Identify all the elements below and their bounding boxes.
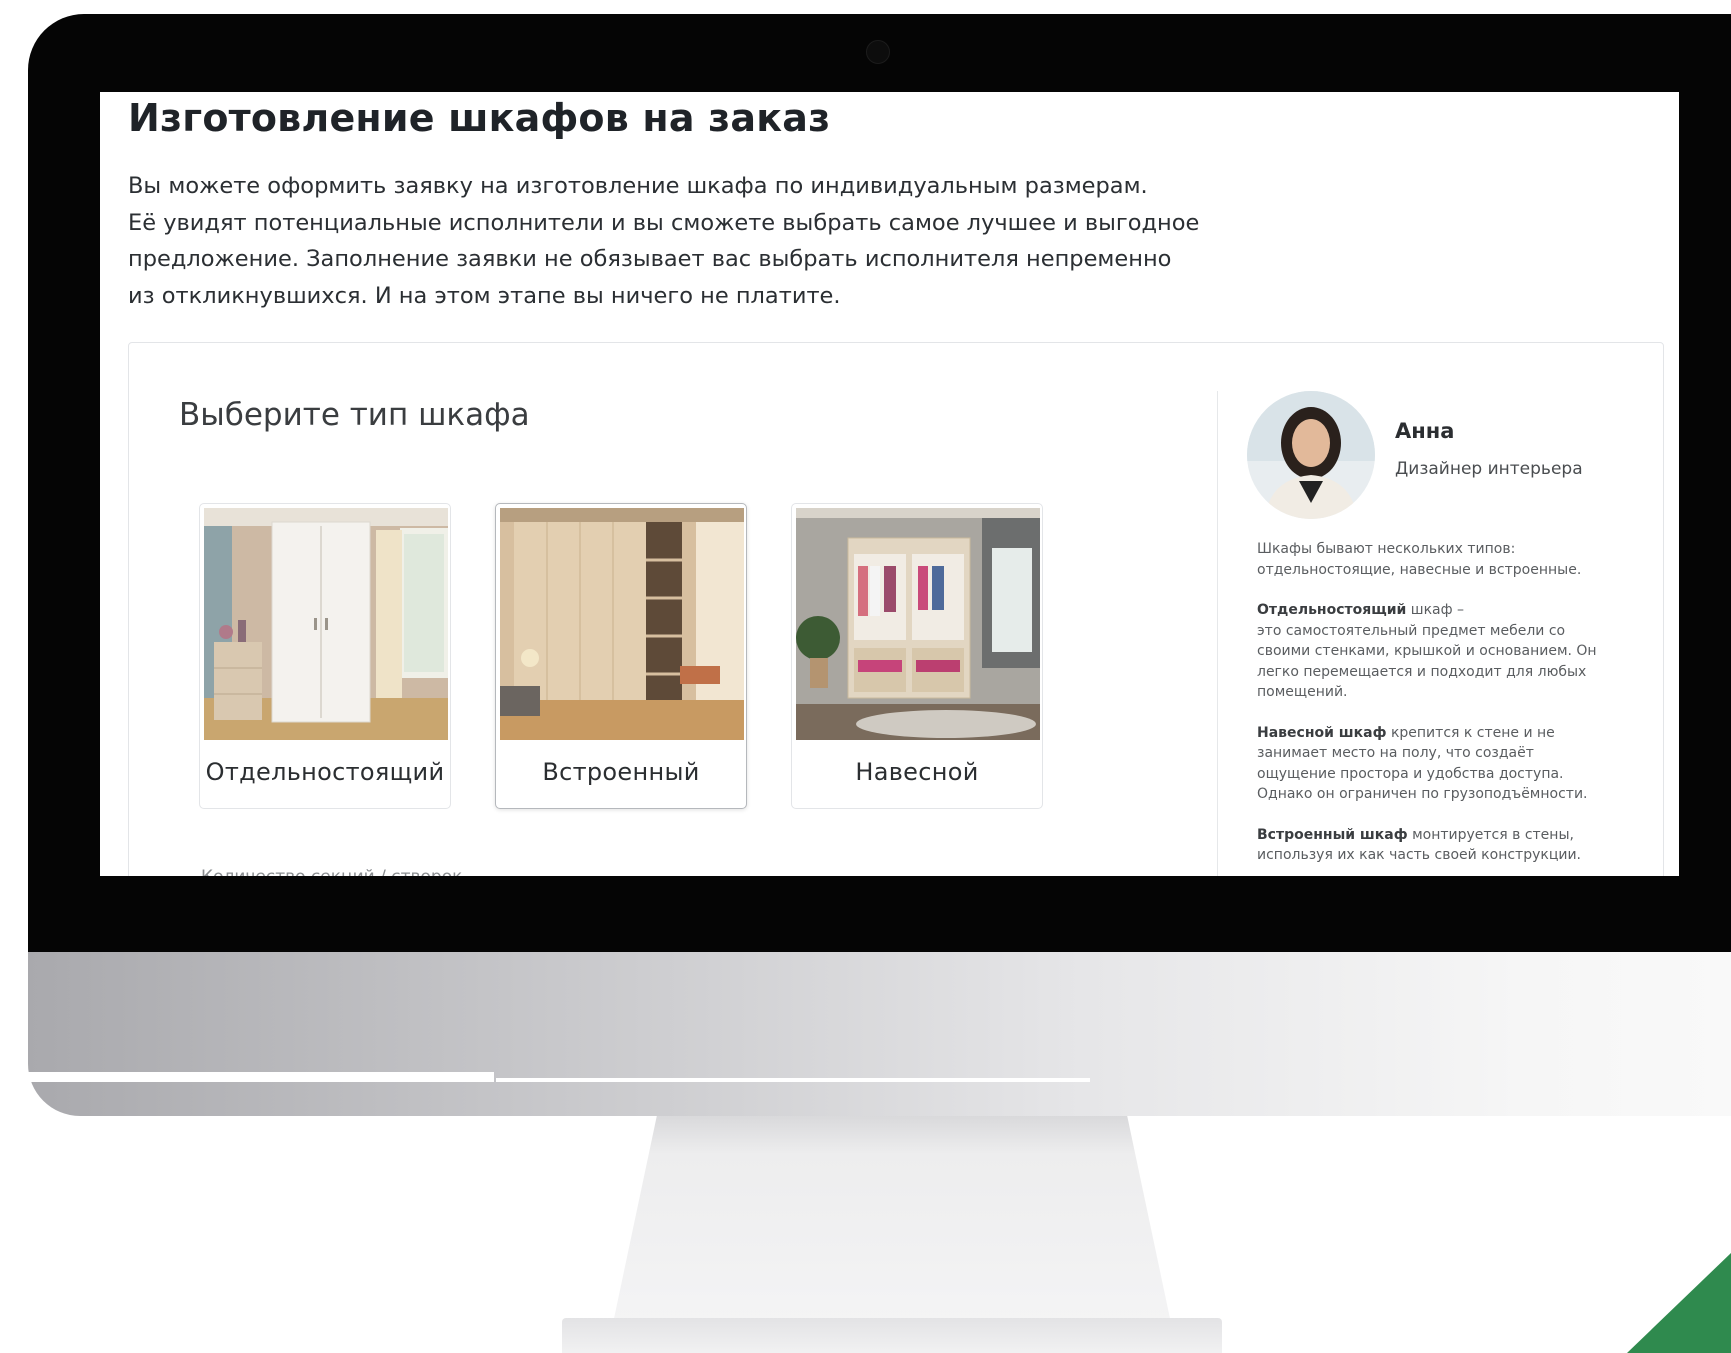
corner-accent — [1627, 1253, 1731, 1353]
tip-title: Навесной шкаф — [1257, 724, 1387, 741]
tip-body: это самостоятельный предмет мебели со св… — [1257, 622, 1597, 701]
wardrobe-type-freestanding[interactable]: Отдельностоящий — [199, 503, 451, 809]
sections-count-label: Количество секций / створок — [201, 867, 462, 876]
intro-line: из откликнувшихся. И на этом этапе вы ни… — [128, 282, 841, 309]
advisor-name: Анна — [1395, 419, 1455, 443]
column-divider — [1217, 391, 1218, 876]
tip-wall: Навесной шкаф крепится к стене и не зани… — [1257, 723, 1607, 805]
intro-line: Её увидят потенциальные исполнители и вы… — [128, 209, 1200, 236]
option-label: Встроенный — [542, 758, 700, 786]
wall-mounted-wardrobe-photo — [796, 508, 1040, 740]
intro-line: предложение. Заполнение заявки не обязыв… — [128, 246, 1172, 272]
advisor-role: Дизайнер интерьера — [1395, 459, 1583, 479]
intro-line: Вы можете оформить заявку на изготовлени… — [128, 173, 1148, 199]
monitor-chin — [28, 952, 1731, 1116]
screen: Изготовление шкафов на заказ Вы можете о… — [100, 92, 1679, 876]
intro-text: Вы можете оформить заявку на изготовлени… — [128, 168, 1268, 314]
avatar — [1247, 391, 1375, 519]
builtin-wardrobe-photo — [500, 508, 744, 740]
order-form-card: Выберите тип шкафа Отдельностоящий Встро… — [128, 342, 1664, 876]
page-title: Изготовление шкафов на заказ — [128, 96, 831, 140]
tip-title: Встроенный шкаф — [1257, 826, 1408, 843]
section-heading: Выберите тип шкафа — [179, 397, 530, 433]
freestanding-wardrobe-photo — [204, 508, 448, 740]
tip-intro: Шкафы бывают нескольких типов: отдельнос… — [1257, 541, 1582, 578]
tip-builtin: Встроенный шкаф монтируется в стены, исп… — [1257, 825, 1607, 866]
wardrobe-type-wall-mounted[interactable]: Навесной — [791, 503, 1043, 809]
monitor-stand-base — [562, 1318, 1222, 1353]
option-label: Навесной — [855, 758, 979, 786]
monitor-stand — [612, 1116, 1172, 1328]
option-label: Отдельностоящий — [205, 758, 445, 786]
tip-freestanding: Отдельностоящий шкаф – это самостоятельны… — [1257, 600, 1607, 703]
advisor-tips: Шкафы бывают нескольких типов: отдельнос… — [1257, 539, 1607, 876]
tip-title: Отдельностоящий — [1257, 602, 1407, 618]
chin-highlight — [0, 1072, 494, 1082]
webcam-icon — [866, 40, 890, 64]
tip-title-rest: шкаф – — [1406, 602, 1465, 618]
chin-highlight — [496, 1078, 1090, 1082]
wardrobe-type-builtin[interactable]: Встроенный — [495, 503, 747, 809]
